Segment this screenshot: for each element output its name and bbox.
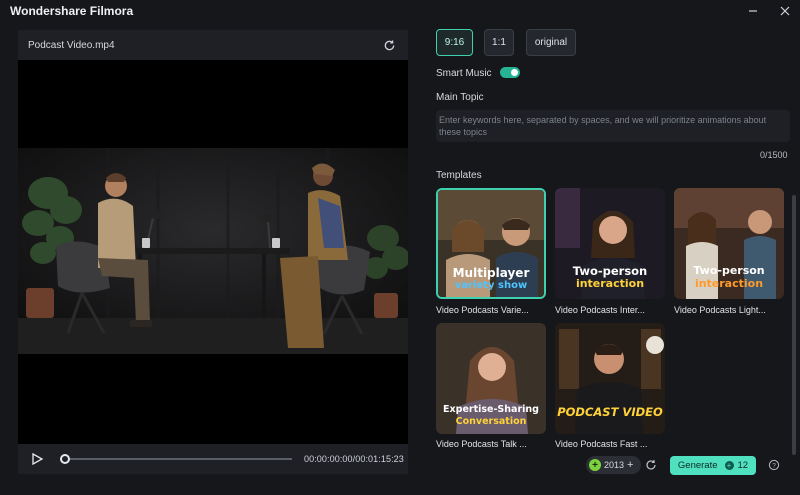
app-title: Wondershare Filmora [10, 4, 134, 18]
time-readout: 00:00:00:00/00:01:15:23 [304, 454, 404, 464]
template-caption: Video Podcasts Light... [674, 305, 766, 315]
video-still [18, 148, 408, 354]
template-overlay-subtitle: variety show [454, 280, 528, 291]
template-overlay-title: Multiplayer [452, 266, 530, 280]
toggle-knob [511, 69, 518, 76]
timeline-track[interactable] [64, 458, 292, 460]
preview-panel: Podcast Video.mp4 00:00:00:00/00:01:15:2… [18, 30, 408, 474]
template-card-two-person-interaction[interactable]: Two-person interaction [555, 188, 665, 299]
template-overlay-title: PODCAST VIDEO [557, 405, 663, 419]
refresh-icon [384, 39, 394, 50]
add-credits-icon[interactable]: + [627, 459, 633, 471]
help-button[interactable]: ? [768, 459, 780, 471]
coin-icon: + [724, 461, 734, 470]
template-overlay-subtitle: Conversation [455, 416, 527, 427]
help-icon: ? [768, 459, 780, 471]
play-button[interactable] [30, 452, 44, 466]
template-caption: Video Podcasts Inter... [555, 305, 645, 315]
templates-label: Templates [436, 170, 482, 181]
refresh-icon [646, 459, 656, 470]
credits-coin-icon: + [589, 459, 601, 471]
template-overlay-subtitle: interaction [694, 277, 764, 290]
generate-cost: 12 [737, 460, 749, 471]
template-caption: Video Podcasts Fast ... [555, 439, 648, 449]
ratio-1-1-button[interactable]: 1:1 [484, 29, 514, 56]
ratio-9-16-button[interactable]: 9:16 [436, 29, 473, 56]
refresh-credits-button[interactable] [645, 459, 657, 471]
smart-music-toggle[interactable] [500, 67, 520, 78]
template-overlay-subtitle: interaction [575, 277, 645, 290]
playhead[interactable] [60, 454, 70, 464]
generate-button[interactable]: Generate + 12 [670, 456, 756, 475]
close-icon [780, 6, 790, 16]
template-card-multiplayer[interactable]: Multiplayer variety show [436, 188, 546, 299]
video-frame[interactable] [18, 148, 408, 354]
main-topic-label: Main Topic [436, 92, 484, 103]
smart-music-label: Smart Music [436, 68, 492, 79]
close-button[interactable] [773, 1, 797, 21]
character-count: 0/1500 [760, 150, 788, 160]
main-topic-input[interactable]: Enter keywords here, separated by spaces… [436, 110, 790, 142]
generate-label: Generate [677, 460, 718, 471]
title-bar: Wondershare Filmora [0, 0, 800, 22]
player-controls: 00:00:00:00/00:01:15:23 [18, 444, 408, 474]
template-caption: Video Podcasts Talk ... [436, 439, 527, 449]
credits-value: 2013 [604, 460, 625, 470]
ratio-original-button[interactable]: original [526, 29, 576, 56]
preview-header: Podcast Video.mp4 [18, 30, 408, 60]
credits-pill[interactable]: + 2013 + [586, 456, 641, 474]
template-card-two-person-light[interactable]: Two-person interaction [674, 188, 784, 299]
template-overlay-title: Expertise-Sharing [443, 404, 539, 415]
template-card-podcast-video[interactable]: PODCAST VIDEO [555, 323, 665, 434]
template-caption: Video Podcasts Varie... [436, 305, 529, 315]
template-overlay-title: Two-person [693, 264, 765, 277]
minimize-icon [749, 10, 757, 12]
template-overlay-title: Two-person [572, 264, 648, 278]
template-card-expertise-sharing[interactable]: Expertise-Sharing Conversation [436, 323, 546, 434]
minimize-button[interactable] [741, 1, 765, 21]
scrollbar[interactable] [792, 195, 796, 455]
file-name: Podcast Video.mp4 [28, 40, 115, 51]
play-icon [32, 452, 44, 466]
svg-text:?: ? [772, 462, 776, 469]
reset-button[interactable] [380, 36, 398, 54]
